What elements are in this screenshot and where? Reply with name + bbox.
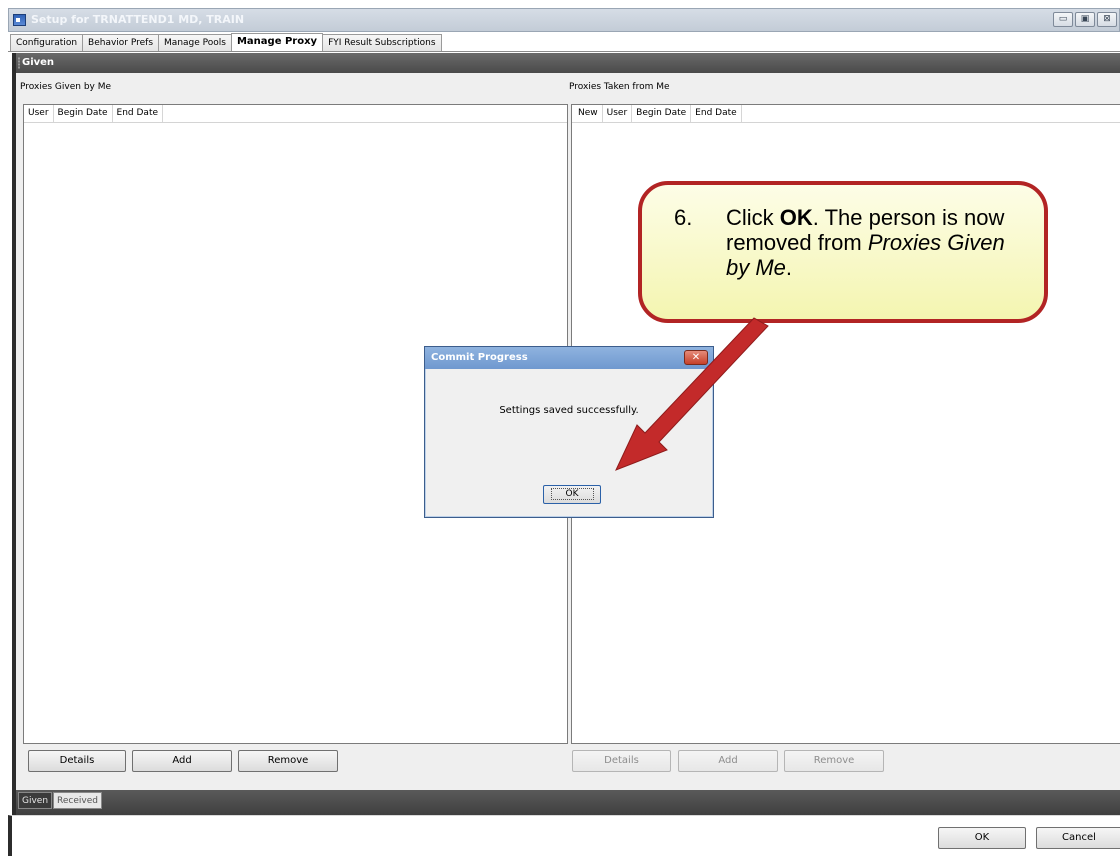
- close-button[interactable]: ⊠: [1097, 12, 1117, 27]
- details-button-disabled[interactable]: Details: [572, 750, 671, 772]
- callout-step-number: 6.: [674, 205, 693, 230]
- window-titlebar: Setup for TRNATTEND1 MD, TRAIN ▭ ▣ ⊠: [8, 8, 1120, 32]
- dialog-title: Commit Progress ✕: [425, 347, 713, 369]
- maximize-button[interactable]: ▣: [1075, 12, 1095, 27]
- tab-manage-pools[interactable]: Manage Pools: [158, 34, 232, 51]
- app-icon: [13, 14, 26, 26]
- section-title: Given: [22, 57, 55, 68]
- commit-progress-dialog: Commit Progress ✕ Settings saved success…: [424, 346, 714, 518]
- tab-configuration[interactable]: Configuration: [10, 34, 84, 51]
- dialog-message: Settings saved successfully.: [499, 405, 639, 416]
- column-begin-date[interactable]: Begin Date: [632, 105, 692, 122]
- grid-header: User Begin Date End Date: [24, 105, 567, 123]
- tab-bar: Configuration Behavior Prefs Manage Pool…: [8, 32, 1120, 52]
- dialog-ok-button[interactable]: OK: [543, 485, 601, 504]
- add-button[interactable]: Add: [132, 750, 232, 772]
- callout-text-3: .: [785, 255, 793, 280]
- remove-button-disabled[interactable]: Remove: [784, 750, 884, 772]
- details-button[interactable]: Details: [28, 750, 126, 772]
- grip-icon: [18, 57, 20, 69]
- column-user[interactable]: User: [603, 105, 633, 122]
- callout-text: Click OK. The person is now removed from…: [726, 205, 1022, 280]
- footer: OK Cancel: [8, 815, 1120, 856]
- add-button-disabled[interactable]: Add: [678, 750, 778, 772]
- dialog-close-button[interactable]: ✕: [684, 350, 708, 365]
- section-header: Given: [16, 53, 1120, 73]
- callout-bold: OK: [779, 205, 813, 230]
- tab-manage-proxy[interactable]: Manage Proxy: [230, 33, 324, 51]
- column-begin-date[interactable]: Begin Date: [54, 105, 113, 122]
- cancel-button[interactable]: Cancel: [1036, 827, 1120, 849]
- instruction-callout: 6. Click OK. The person is now removed f…: [638, 181, 1048, 323]
- window-title: Setup for TRNATTEND1 MD, TRAIN: [31, 13, 245, 26]
- remove-button[interactable]: Remove: [238, 750, 338, 772]
- window-controls: ▭ ▣ ⊠: [1053, 12, 1117, 27]
- column-new[interactable]: New: [572, 105, 603, 122]
- proxies-taken-label: Proxies Taken from Me: [569, 82, 670, 92]
- column-end-date[interactable]: End Date: [113, 105, 164, 122]
- tab-received[interactable]: Received: [53, 792, 102, 809]
- callout-text-1: Click: [726, 205, 780, 230]
- column-end-date[interactable]: End Date: [691, 105, 742, 122]
- tab-fyi-result-subscriptions[interactable]: FYI Result Subscriptions: [322, 34, 442, 51]
- tab-behavior-prefs[interactable]: Behavior Prefs: [82, 34, 160, 51]
- dialog-ok-label: OK: [550, 488, 594, 500]
- column-user[interactable]: User: [24, 105, 54, 122]
- minimize-button[interactable]: ▭: [1053, 12, 1073, 27]
- grid-header: New User Begin Date End Date: [572, 105, 1120, 123]
- proxies-given-label: Proxies Given by Me: [20, 82, 112, 92]
- ok-button[interactable]: OK: [938, 827, 1026, 849]
- dialog-title-text: Commit Progress: [431, 352, 528, 363]
- bottom-tab-bar: Given Received: [16, 790, 1120, 815]
- tab-given[interactable]: Given: [18, 792, 53, 809]
- dialog-body: Settings saved successfully. OK: [429, 369, 709, 513]
